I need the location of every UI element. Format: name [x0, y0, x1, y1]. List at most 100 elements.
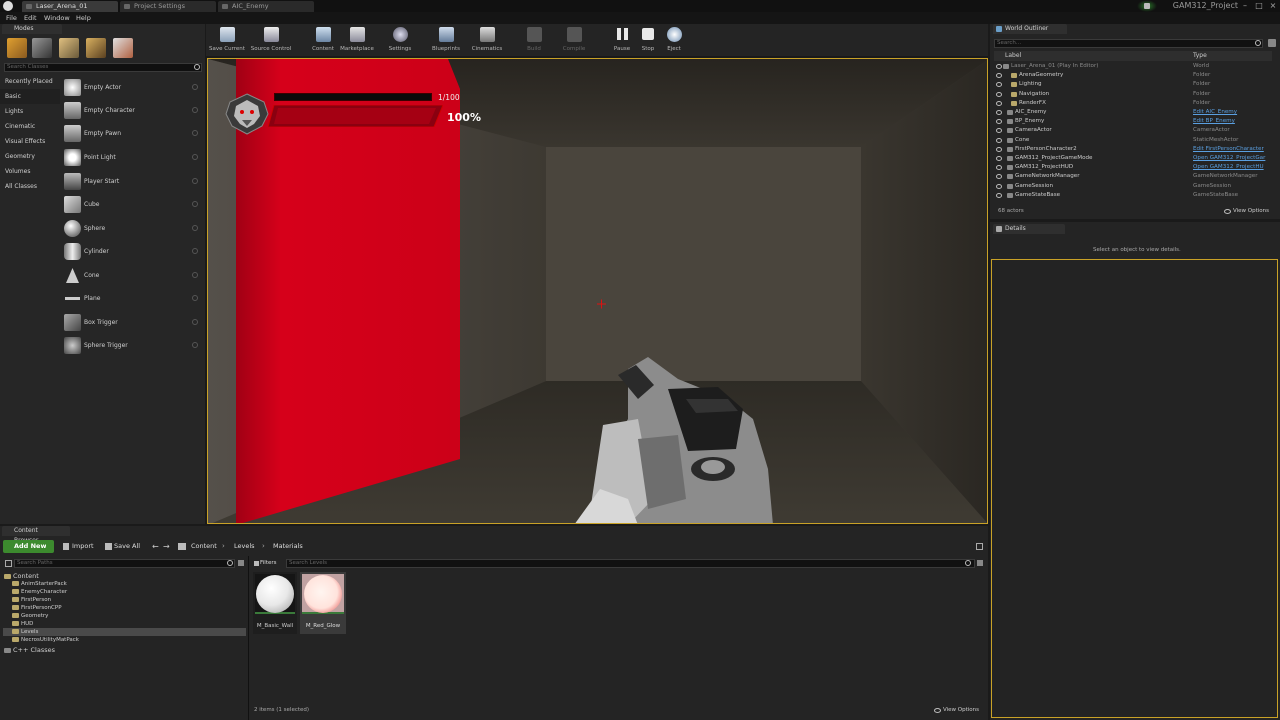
outliner-row[interactable]: GAM312_ProjectHUD Open GAM312_ProjectHU: [993, 163, 1273, 172]
save-all-button[interactable]: Save All: [114, 540, 140, 553]
place-item-plane[interactable]: Plane: [62, 287, 202, 310]
info-icon[interactable]: [192, 295, 198, 301]
settings-button[interactable]: Settings: [385, 25, 415, 55]
close-icon[interactable]: ×: [1268, 1, 1278, 11]
search-icon[interactable]: [965, 560, 971, 566]
filters-button[interactable]: Filters: [260, 559, 277, 568]
eye-icon[interactable]: [996, 82, 1002, 88]
tab-project-settings[interactable]: Project Settings: [120, 1, 216, 12]
info-icon[interactable]: [192, 178, 198, 184]
place-item-sphere-trigger[interactable]: Sphere Trigger: [62, 334, 202, 357]
search-icon[interactable]: [1255, 40, 1261, 46]
paint-mode-icon[interactable]: [32, 38, 52, 58]
info-icon[interactable]: [192, 342, 198, 348]
category-visual-effects[interactable]: Visual Effects: [0, 134, 60, 149]
cinematics-button[interactable]: Cinematics: [472, 25, 502, 55]
content-button[interactable]: Content: [308, 25, 338, 55]
place-item-box-trigger[interactable]: Box Trigger: [62, 311, 202, 334]
outliner-row-type[interactable]: Edit FirstPersonCharacter: [1193, 145, 1264, 154]
category-basic[interactable]: Basic: [0, 89, 60, 104]
outliner-settings-icon[interactable]: [1268, 39, 1276, 47]
outliner-row[interactable]: Lighting Folder: [993, 80, 1273, 89]
menu-file[interactable]: File: [6, 12, 17, 24]
eye-icon[interactable]: [996, 146, 1002, 152]
outliner-row[interactable]: GameStateBase GameStateBase: [993, 191, 1273, 200]
tab-modes[interactable]: Modes: [2, 24, 62, 34]
asset-tile-m-basic-wall[interactable]: M_Basic_Wall: [253, 572, 297, 634]
tree-item-firstpersoncpp[interactable]: FirstPersonCPP: [12, 604, 62, 612]
search-icon[interactable]: [227, 560, 233, 566]
menu-window[interactable]: Window: [44, 12, 70, 24]
category-volumes[interactable]: Volumes: [0, 164, 60, 179]
place-item-empty-pawn[interactable]: Empty Pawn: [62, 122, 202, 145]
tab-level[interactable]: Laser_Arena_01: [22, 1, 118, 12]
minimize-icon[interactable]: –: [1240, 1, 1250, 11]
outliner-row[interactable]: GameNetworkManager GameNetworkManager: [993, 172, 1273, 181]
back-arrow-icon[interactable]: ←: [152, 540, 159, 553]
place-item-cube[interactable]: Cube: [62, 193, 202, 216]
breadcrumb-materials[interactable]: Materials: [273, 540, 303, 553]
paths-settings-icon[interactable]: [238, 560, 244, 566]
outliner-row[interactable]: Laser_Arena_01 (Play In Editor) World: [993, 62, 1273, 71]
lock-icon[interactable]: [976, 543, 983, 550]
outliner-row[interactable]: CameraActor CameraActor: [993, 126, 1273, 135]
outliner-row-type[interactable]: Open GAM312_ProjectGar: [1193, 154, 1265, 163]
eject-button[interactable]: Eject: [659, 25, 689, 55]
tab-content-browser[interactable]: Content Browser: [2, 526, 70, 544]
menu-edit[interactable]: Edit: [24, 12, 37, 24]
outliner-row[interactable]: RenderFX Folder: [993, 99, 1273, 108]
maximize-icon[interactable]: □: [1254, 1, 1264, 11]
eye-icon[interactable]: [996, 73, 1002, 79]
tab-aic-enemy[interactable]: AIC_Enemy: [218, 1, 314, 12]
eye-icon[interactable]: [996, 137, 1002, 143]
info-icon[interactable]: [192, 130, 198, 136]
add-new-button[interactable]: Add New: [3, 540, 54, 553]
eye-icon[interactable]: [1224, 209, 1231, 214]
info-icon[interactable]: [192, 84, 198, 90]
sources-toggle-icon[interactable]: [5, 560, 12, 567]
outliner-search-field[interactable]: [994, 39, 1263, 48]
eye-icon[interactable]: [996, 192, 1002, 198]
outliner-row[interactable]: GAM312_ProjectGameMode Open GAM312_Projec…: [993, 154, 1273, 163]
tree-item-hud[interactable]: HUD: [12, 620, 33, 628]
source-control-button[interactable]: Source Control: [251, 25, 291, 55]
content-view-options[interactable]: View Options: [943, 707, 979, 713]
tree-item-firstperson[interactable]: FirstPerson: [12, 596, 51, 604]
eye-icon[interactable]: [996, 128, 1002, 134]
menu-help[interactable]: Help: [76, 12, 91, 24]
build-button[interactable]: Build: [519, 25, 549, 55]
outliner-row[interactable]: FirstPersonCharacter2 Edit FirstPersonCha…: [993, 145, 1273, 154]
place-item-point-light[interactable]: Point Light: [62, 146, 202, 169]
column-type[interactable]: Type: [1193, 51, 1207, 61]
ue-logo-icon[interactable]: [3, 1, 13, 11]
outliner-row[interactable]: GameSession GameSession: [993, 182, 1273, 191]
outliner-row-type[interactable]: Edit AIC_Enemy: [1193, 108, 1237, 117]
tree-item-content[interactable]: Content: [4, 572, 39, 580]
place-mode-icon[interactable]: [7, 38, 27, 58]
outliner-row[interactable]: Cone StaticMeshActor: [993, 136, 1273, 145]
eye-icon[interactable]: [996, 183, 1002, 189]
asset-tile-m-red-glow[interactable]: M_Red_Glow: [300, 572, 346, 634]
tree-item-necrosutilitymatpack[interactable]: NecrosUtilityMatPack: [12, 636, 79, 644]
place-item-player-start[interactable]: Player Start: [62, 170, 202, 193]
tab-details[interactable]: Details: [993, 224, 1065, 234]
eye-icon[interactable]: [996, 91, 1002, 97]
place-item-sphere[interactable]: Sphere: [62, 217, 202, 240]
category-lights[interactable]: Lights: [0, 104, 60, 119]
outliner-row-type[interactable]: Open GAM312_ProjectHU: [1193, 163, 1264, 172]
tree-item-cpp-classes[interactable]: C++ Classes: [4, 646, 55, 654]
category-cinematic[interactable]: Cinematic: [0, 119, 60, 134]
place-item-cone[interactable]: Cone: [62, 264, 202, 287]
eye-icon[interactable]: [996, 64, 1002, 69]
import-button[interactable]: Import: [72, 540, 94, 553]
info-icon[interactable]: [192, 225, 198, 231]
blueprints-button[interactable]: Blueprints: [431, 25, 461, 55]
place-item-empty-character[interactable]: Empty Character: [62, 99, 202, 122]
user-icon[interactable]: [1144, 3, 1150, 9]
outliner-row[interactable]: Navigation Folder: [993, 90, 1273, 99]
info-icon[interactable]: [192, 272, 198, 278]
tree-item-animstarterpack[interactable]: AnimStarterPack: [12, 580, 67, 588]
category-recently-placed[interactable]: Recently Placed: [0, 74, 60, 89]
geometry-mode-icon[interactable]: [113, 38, 133, 58]
eye-icon[interactable]: [996, 100, 1002, 106]
